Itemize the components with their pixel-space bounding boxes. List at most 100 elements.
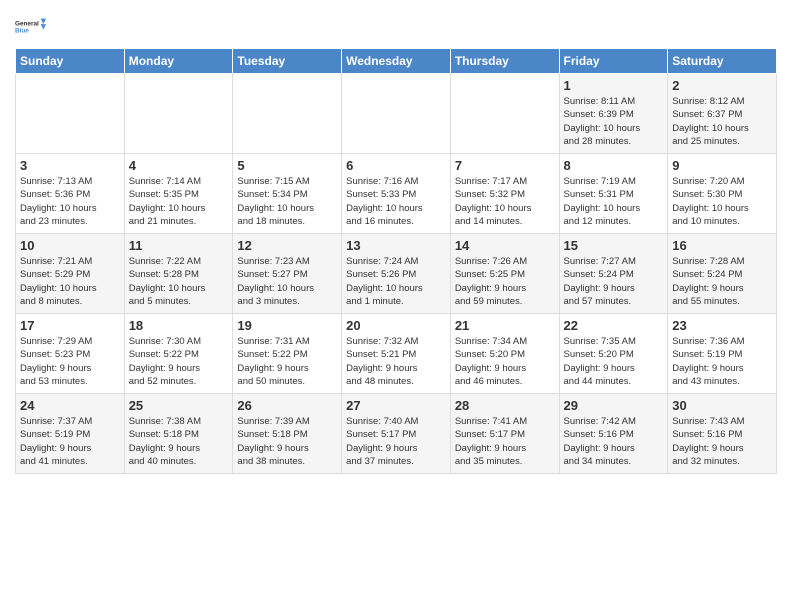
day-info: Sunrise: 8:12 AM Sunset: 6:37 PM Dayligh… xyxy=(672,95,772,148)
day-info: Sunrise: 7:34 AM Sunset: 5:20 PM Dayligh… xyxy=(455,335,555,388)
day-cell: 11 Sunrise: 7:22 AM Sunset: 5:28 PM Dayli… xyxy=(124,234,233,314)
day-cell: 28 Sunrise: 7:41 AM Sunset: 5:17 PM Dayli… xyxy=(450,394,559,474)
day-number: 27 xyxy=(346,398,446,413)
day-cell: 30 Sunrise: 7:43 AM Sunset: 5:16 PM Dayli… xyxy=(668,394,777,474)
day-cell: 1 Sunrise: 8:11 AM Sunset: 6:39 PM Daylig… xyxy=(559,74,668,154)
day-cell: 16Sunrise: 7:28 AM Sunset: 5:24 PM Dayli… xyxy=(668,234,777,314)
week-row-1: 1 Sunrise: 8:11 AM Sunset: 6:39 PM Daylig… xyxy=(16,74,777,154)
day-cell: 12 Sunrise: 7:23 AM Sunset: 5:27 PM Dayli… xyxy=(233,234,342,314)
day-cell: 7 Sunrise: 7:17 AM Sunset: 5:32 PM Daylig… xyxy=(450,154,559,234)
day-cell: 25Sunrise: 7:38 AM Sunset: 5:18 PM Dayli… xyxy=(124,394,233,474)
svg-text:General: General xyxy=(15,21,39,28)
week-row-4: 17Sunrise: 7:29 AM Sunset: 5:23 PM Dayli… xyxy=(16,314,777,394)
day-info: Sunrise: 7:32 AM Sunset: 5:21 PM Dayligh… xyxy=(346,335,446,388)
page: GeneralBlue SundayMondayTuesdayWednesday… xyxy=(0,0,792,612)
day-cell: 26 Sunrise: 7:39 AM Sunset: 5:18 PM Dayli… xyxy=(233,394,342,474)
day-cell: 10 Sunrise: 7:21 AM Sunset: 5:29 PM Dayli… xyxy=(16,234,125,314)
day-info: Sunrise: 7:43 AM Sunset: 5:16 PM Dayligh… xyxy=(672,415,772,468)
day-number: 25 xyxy=(129,398,229,413)
day-number: 13 xyxy=(346,238,446,253)
day-cell: 21 Sunrise: 7:34 AM Sunset: 5:20 PM Dayli… xyxy=(450,314,559,394)
day-number: 19 xyxy=(237,318,337,333)
day-cell: 23Sunrise: 7:36 AM Sunset: 5:19 PM Dayli… xyxy=(668,314,777,394)
day-number: 26 xyxy=(237,398,337,413)
day-cell: 22 Sunrise: 7:35 AM Sunset: 5:20 PM Dayli… xyxy=(559,314,668,394)
day-number: 22 xyxy=(564,318,664,333)
day-info: Sunrise: 7:30 AM Sunset: 5:22 PM Dayligh… xyxy=(129,335,229,388)
day-cell: 9Sunrise: 7:20 AM Sunset: 5:30 PM Daylig… xyxy=(668,154,777,234)
week-row-5: 24 Sunrise: 7:37 AM Sunset: 5:19 PM Dayli… xyxy=(16,394,777,474)
header-row: SundayMondayTuesdayWednesdayThursdayFrid… xyxy=(16,49,777,74)
day-cell xyxy=(342,74,451,154)
day-cell: 6Sunrise: 7:16 AM Sunset: 5:33 PM Daylig… xyxy=(342,154,451,234)
day-info: Sunrise: 7:13 AM Sunset: 5:36 PM Dayligh… xyxy=(20,175,120,228)
day-info: Sunrise: 7:21 AM Sunset: 5:29 PM Dayligh… xyxy=(20,255,120,308)
day-info: Sunrise: 7:41 AM Sunset: 5:17 PM Dayligh… xyxy=(455,415,555,468)
day-info: Sunrise: 7:19 AM Sunset: 5:31 PM Dayligh… xyxy=(564,175,664,228)
day-cell: 18 Sunrise: 7:30 AM Sunset: 5:22 PM Dayli… xyxy=(124,314,233,394)
day-number: 1 xyxy=(564,78,664,93)
col-header-thursday: Thursday xyxy=(450,49,559,74)
day-number: 21 xyxy=(455,318,555,333)
day-number: 4 xyxy=(129,158,229,173)
day-number: 8 xyxy=(564,158,664,173)
col-header-monday: Monday xyxy=(124,49,233,74)
day-number: 24 xyxy=(20,398,120,413)
day-cell: 15 Sunrise: 7:27 AM Sunset: 5:24 PM Dayli… xyxy=(559,234,668,314)
logo-icon: GeneralBlue xyxy=(15,10,47,42)
day-info: Sunrise: 8:11 AM Sunset: 6:39 PM Dayligh… xyxy=(564,95,664,148)
day-number: 7 xyxy=(455,158,555,173)
header: GeneralBlue xyxy=(15,10,777,42)
col-header-saturday: Saturday xyxy=(668,49,777,74)
day-cell xyxy=(16,74,125,154)
day-cell: 29 Sunrise: 7:42 AM Sunset: 5:16 PM Dayli… xyxy=(559,394,668,474)
day-info: Sunrise: 7:31 AM Sunset: 5:22 PM Dayligh… xyxy=(237,335,337,388)
day-info: Sunrise: 7:17 AM Sunset: 5:32 PM Dayligh… xyxy=(455,175,555,228)
day-number: 15 xyxy=(564,238,664,253)
day-info: Sunrise: 7:35 AM Sunset: 5:20 PM Dayligh… xyxy=(564,335,664,388)
day-number: 18 xyxy=(129,318,229,333)
day-number: 3 xyxy=(20,158,120,173)
day-number: 11 xyxy=(129,238,229,253)
day-cell: 19 Sunrise: 7:31 AM Sunset: 5:22 PM Dayli… xyxy=(233,314,342,394)
day-number: 29 xyxy=(564,398,664,413)
col-header-wednesday: Wednesday xyxy=(342,49,451,74)
day-number: 12 xyxy=(237,238,337,253)
calendar-table: SundayMondayTuesdayWednesdayThursdayFrid… xyxy=(15,48,777,474)
day-info: Sunrise: 7:22 AM Sunset: 5:28 PM Dayligh… xyxy=(129,255,229,308)
day-info: Sunrise: 7:27 AM Sunset: 5:24 PM Dayligh… xyxy=(564,255,664,308)
day-info: Sunrise: 7:26 AM Sunset: 5:25 PM Dayligh… xyxy=(455,255,555,308)
day-number: 9 xyxy=(672,158,772,173)
day-cell: 20Sunrise: 7:32 AM Sunset: 5:21 PM Dayli… xyxy=(342,314,451,394)
svg-text:Blue: Blue xyxy=(15,27,29,34)
day-info: Sunrise: 7:40 AM Sunset: 5:17 PM Dayligh… xyxy=(346,415,446,468)
day-cell xyxy=(233,74,342,154)
day-info: Sunrise: 7:39 AM Sunset: 5:18 PM Dayligh… xyxy=(237,415,337,468)
day-number: 30 xyxy=(672,398,772,413)
day-info: Sunrise: 7:28 AM Sunset: 5:24 PM Dayligh… xyxy=(672,255,772,308)
day-cell: 2 Sunrise: 8:12 AM Sunset: 6:37 PM Daylig… xyxy=(668,74,777,154)
day-cell xyxy=(124,74,233,154)
col-header-friday: Friday xyxy=(559,49,668,74)
day-info: Sunrise: 7:24 AM Sunset: 5:26 PM Dayligh… xyxy=(346,255,446,308)
day-number: 5 xyxy=(237,158,337,173)
day-cell: 13 Sunrise: 7:24 AM Sunset: 5:26 PM Dayli… xyxy=(342,234,451,314)
day-number: 28 xyxy=(455,398,555,413)
day-number: 10 xyxy=(20,238,120,253)
day-number: 14 xyxy=(455,238,555,253)
day-cell: 27 Sunrise: 7:40 AM Sunset: 5:17 PM Dayli… xyxy=(342,394,451,474)
day-number: 2 xyxy=(672,78,772,93)
week-row-3: 10 Sunrise: 7:21 AM Sunset: 5:29 PM Dayli… xyxy=(16,234,777,314)
col-header-tuesday: Tuesday xyxy=(233,49,342,74)
day-cell: 4Sunrise: 7:14 AM Sunset: 5:35 PM Daylig… xyxy=(124,154,233,234)
day-cell: 17Sunrise: 7:29 AM Sunset: 5:23 PM Dayli… xyxy=(16,314,125,394)
day-cell: 14 Sunrise: 7:26 AM Sunset: 5:25 PM Dayli… xyxy=(450,234,559,314)
day-info: Sunrise: 7:37 AM Sunset: 5:19 PM Dayligh… xyxy=(20,415,120,468)
week-row-2: 3 Sunrise: 7:13 AM Sunset: 5:36 PM Daylig… xyxy=(16,154,777,234)
day-info: Sunrise: 7:29 AM Sunset: 5:23 PM Dayligh… xyxy=(20,335,120,388)
day-info: Sunrise: 7:23 AM Sunset: 5:27 PM Dayligh… xyxy=(237,255,337,308)
day-cell xyxy=(450,74,559,154)
day-cell: 8 Sunrise: 7:19 AM Sunset: 5:31 PM Daylig… xyxy=(559,154,668,234)
day-info: Sunrise: 7:42 AM Sunset: 5:16 PM Dayligh… xyxy=(564,415,664,468)
logo: GeneralBlue xyxy=(15,10,47,42)
